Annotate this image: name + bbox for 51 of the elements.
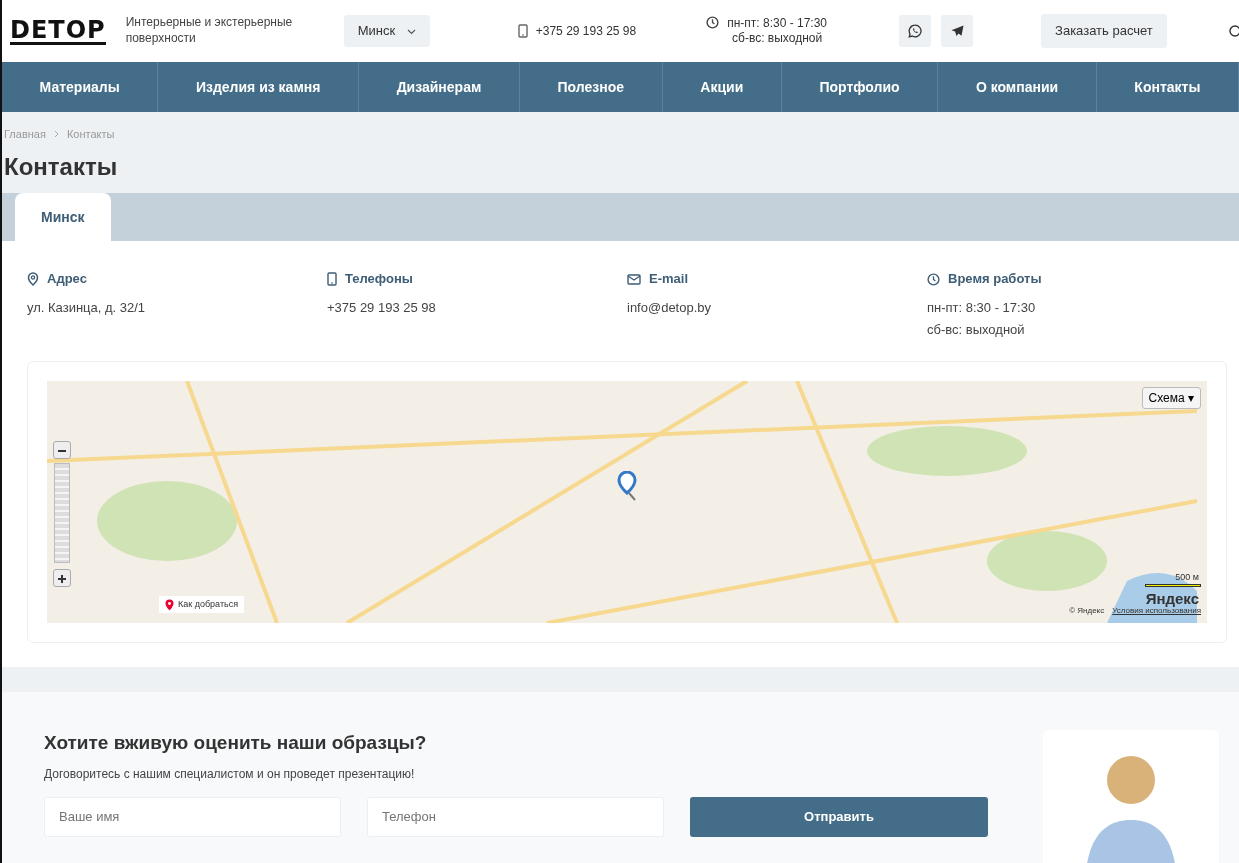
nav-link[interactable]: Материалы (2, 62, 159, 112)
nav-link[interactable]: Полезное (519, 62, 663, 112)
order-button[interactable]: Заказать расчет (1041, 14, 1167, 48)
phone-field[interactable]: Телефон (367, 796, 664, 837)
city-select[interactable]: Минск (343, 15, 430, 47)
phone-icon (327, 272, 337, 287)
contact-value: ул. Казинца, д. 32/1 (27, 298, 147, 317)
contact-heading: Время работы (948, 270, 1042, 289)
callback-subtitle: Договоритесь с нашим специалистом и он проведет презентацию! (44, 765, 416, 783)
contact-value[interactable]: +375 29 193 25 98 (327, 296, 627, 319)
zoom-out-button[interactable] (53, 441, 71, 459)
nav-link[interactable]: Контакты (1096, 62, 1239, 112)
clock-icon (706, 16, 720, 29)
phone-icon (517, 24, 528, 38)
scale-bar (1145, 584, 1201, 587)
name-field[interactable]: Ваше имя (44, 796, 341, 837)
pin-icon (27, 272, 39, 287)
submit-button[interactable]: Отправить (690, 796, 988, 837)
nav-link[interactable]: О компании (938, 62, 1097, 112)
map-marker-icon (617, 471, 637, 501)
route-text: Как добраться (178, 598, 239, 611)
scale-label: 500 м (1175, 571, 1199, 584)
map-copyright: © Яндекс (1069, 605, 1105, 617)
nav-link[interactable]: Портфолио (781, 62, 939, 112)
contact-heading: E-mail (649, 270, 688, 289)
search-icon[interactable] (1227, 22, 1239, 40)
phone-number[interactable]: +375 29 193 25 98 (535, 22, 637, 40)
contact-value: пн-пт: 8:30 - 17:30 (927, 298, 1037, 317)
clock-icon (927, 272, 940, 286)
city-tab[interactable]: Минск (15, 193, 111, 242)
breadcrumb-current: Контакты (66, 127, 115, 142)
paper-plane-icon[interactable] (941, 15, 974, 47)
contact-heading: Телефоны (345, 270, 413, 289)
nav-link[interactable]: Акции (662, 62, 782, 112)
page-title: Контакты (4, 152, 119, 182)
contact-heading: Адрес (47, 270, 87, 289)
map-type-button[interactable]: Схема ▾ (1141, 387, 1201, 409)
working-hours: сб-вс: выходной (731, 31, 824, 46)
working-hours: пн-пт: 8:30 - 17:30 (727, 16, 828, 31)
callback-title: Хотите вживую оценить наши образцы? (44, 732, 428, 755)
plus-icon (57, 574, 67, 585)
envelope-icon (627, 273, 641, 285)
route-link[interactable]: Как добраться (159, 596, 245, 614)
tagline: Интерьерные и экстерьерные поверхности (125, 15, 294, 47)
zoom-in-button[interactable] (53, 569, 71, 587)
contact-value: сб-вс: выходной (927, 320, 1026, 339)
nav-link[interactable]: Дизайнерам (359, 62, 520, 112)
logo[interactable]: DETOP (10, 17, 106, 45)
contact-value[interactable]: info@detop.by (627, 296, 927, 319)
nav-link[interactable]: Изделия из камня (158, 62, 359, 112)
map-pin-icon (165, 598, 174, 611)
